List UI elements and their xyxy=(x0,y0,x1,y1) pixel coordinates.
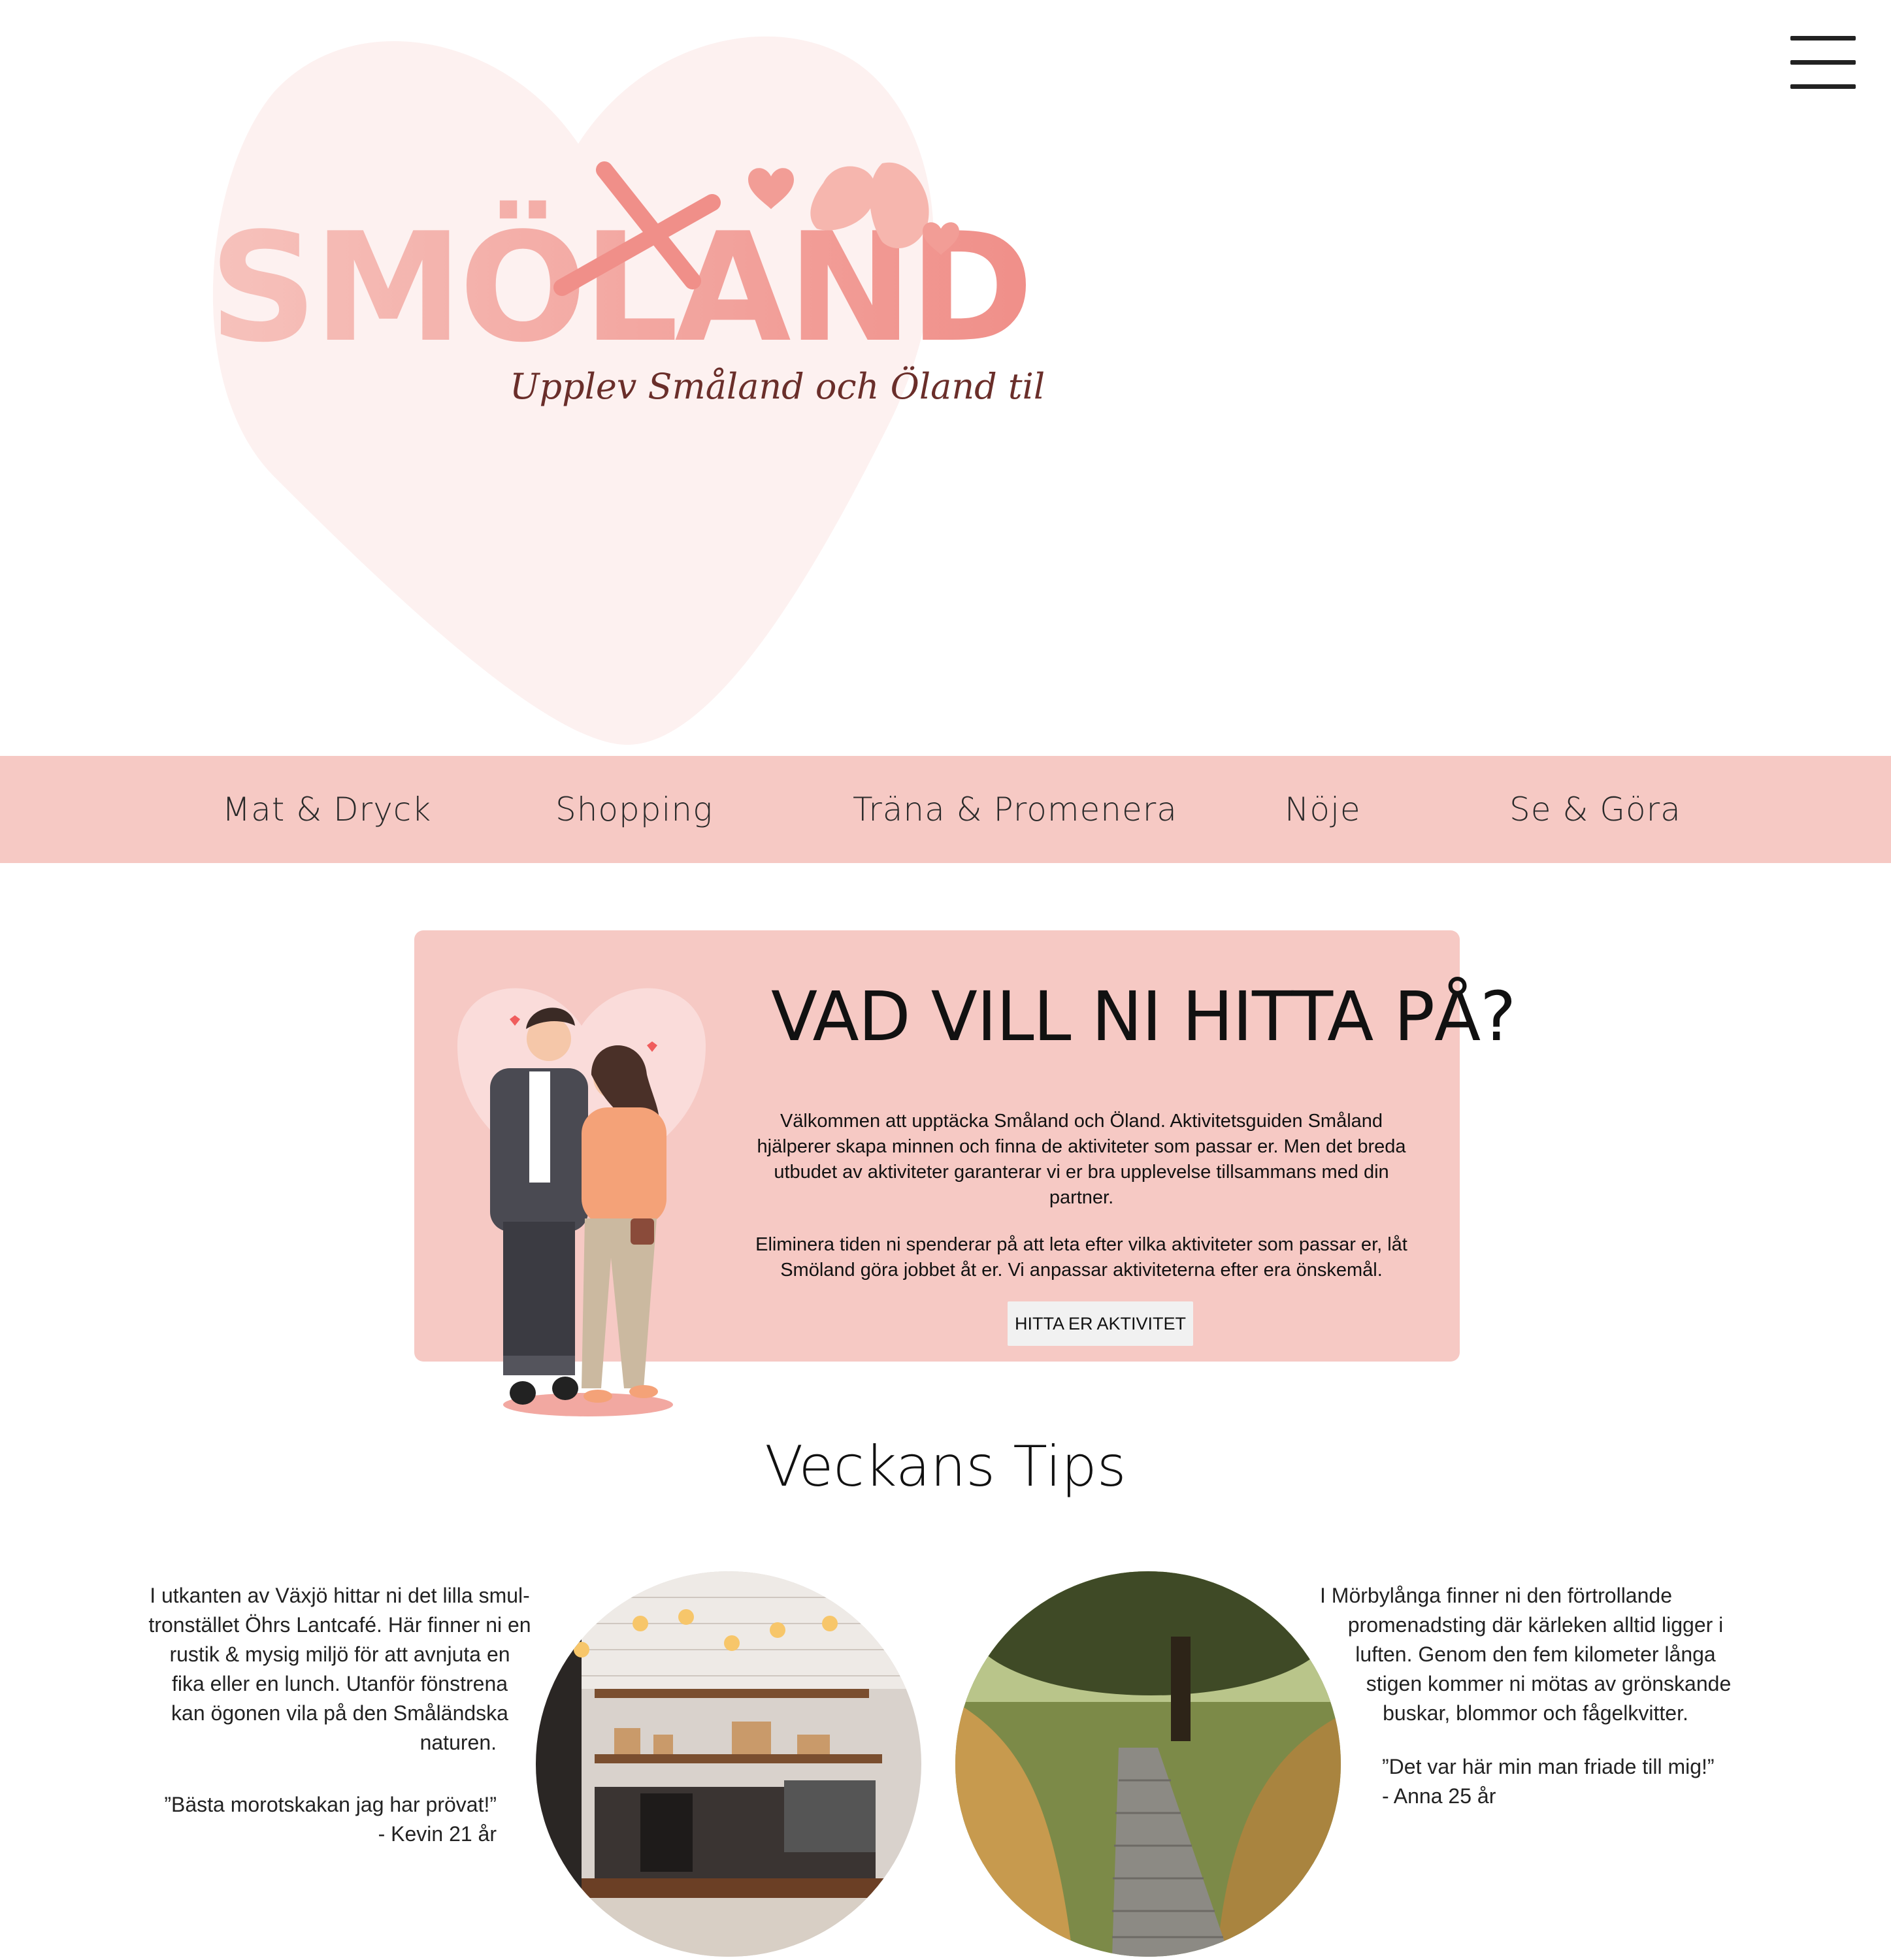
menu-line-icon xyxy=(1790,60,1856,65)
intro-paragraph: Eliminera tiden ni spenderar på att leta… xyxy=(755,1234,1407,1281)
tip-line: I Mörbylånga finner ni den förtrollande xyxy=(1320,1584,1672,1607)
tip-line: I utkanten av Växjö hittar ni det lilla … xyxy=(150,1584,530,1607)
find-activity-button[interactable]: HITTA ER AKTIVITET xyxy=(1008,1301,1193,1346)
testimonial-quote: ”Bästa morotskakan jag har prövat!” xyxy=(164,1793,497,1816)
couple-illustration xyxy=(457,988,706,1416)
cafe-photo xyxy=(536,1571,921,1957)
nav-item-mat-dryck[interactable]: Mat & Dryck xyxy=(222,756,431,863)
intro-paragraph: Välkommen att upptäcka Småland och Öland… xyxy=(757,1111,1406,1208)
menu-line-icon xyxy=(1790,36,1856,41)
smoland-logo: SMÖLAND Upplev Småland och Öland tillsam… xyxy=(209,161,1045,407)
main-nav: Mat & Dryck Shopping Träna & Promenera N… xyxy=(0,756,1891,863)
intro-title: VAD VILL NI HITTA PÅ? xyxy=(771,977,1516,1056)
tip-line: naturen. xyxy=(419,1731,497,1754)
tip-line: kan ögonen vila på den Småländska xyxy=(171,1701,508,1725)
tip-description: I utkanten av Växjö hittar ni det lilla … xyxy=(111,1581,568,1757)
tip-testimonial: ”Det var här min man friade till mig!” -… xyxy=(1382,1752,1774,1811)
weekly-tips-title: Veckans Tips xyxy=(765,1434,1126,1499)
testimonial-author: - Anna 25 år xyxy=(1382,1784,1496,1808)
tip-line: stigen kommer ni mötas av grönskande xyxy=(1366,1672,1732,1695)
tip-line: luften. Genom den fem kilometer långa xyxy=(1355,1642,1716,1666)
nav-item-shopping[interactable]: Shopping xyxy=(555,756,713,863)
nav-item-noje[interactable]: Nöje xyxy=(1285,756,1361,863)
nature-path-photo xyxy=(955,1571,1341,1957)
nav-item-se-gora[interactable]: Se & Göra xyxy=(1509,756,1681,863)
tagline: Upplev Småland och Öland tillsammans xyxy=(510,365,1045,407)
tip-description: I Mörbylånga finner ni den förtrollande … xyxy=(1307,1581,1764,1728)
tip-line: buskar, blommor och fågelkvitter. xyxy=(1383,1701,1688,1725)
tip-testimonial: ”Bästa morotskakan jag har prövat!” - Ke… xyxy=(111,1790,497,1849)
tip-line: promenadsting där kärleken alltid ligger… xyxy=(1347,1613,1724,1637)
menu-button[interactable] xyxy=(1790,33,1862,98)
nav-item-trana-promenera[interactable]: Träna & Promenera xyxy=(853,756,1177,863)
testimonial-quote: ”Det var här min man friade till mig!” xyxy=(1382,1755,1715,1778)
cafe-image xyxy=(536,1571,921,1957)
testimonial-author: - Kevin 21 år xyxy=(378,1822,497,1846)
path-image xyxy=(955,1571,1341,1957)
tip-line: tronstället Öhrs Lantcafé. Här finner ni… xyxy=(148,1613,531,1637)
tip-line: fika eller en lunch. Utanför fönstrena xyxy=(171,1672,508,1695)
tip-line: rustik & mysig miljö för att avnjuta en xyxy=(169,1642,510,1666)
menu-line-icon xyxy=(1790,84,1856,89)
